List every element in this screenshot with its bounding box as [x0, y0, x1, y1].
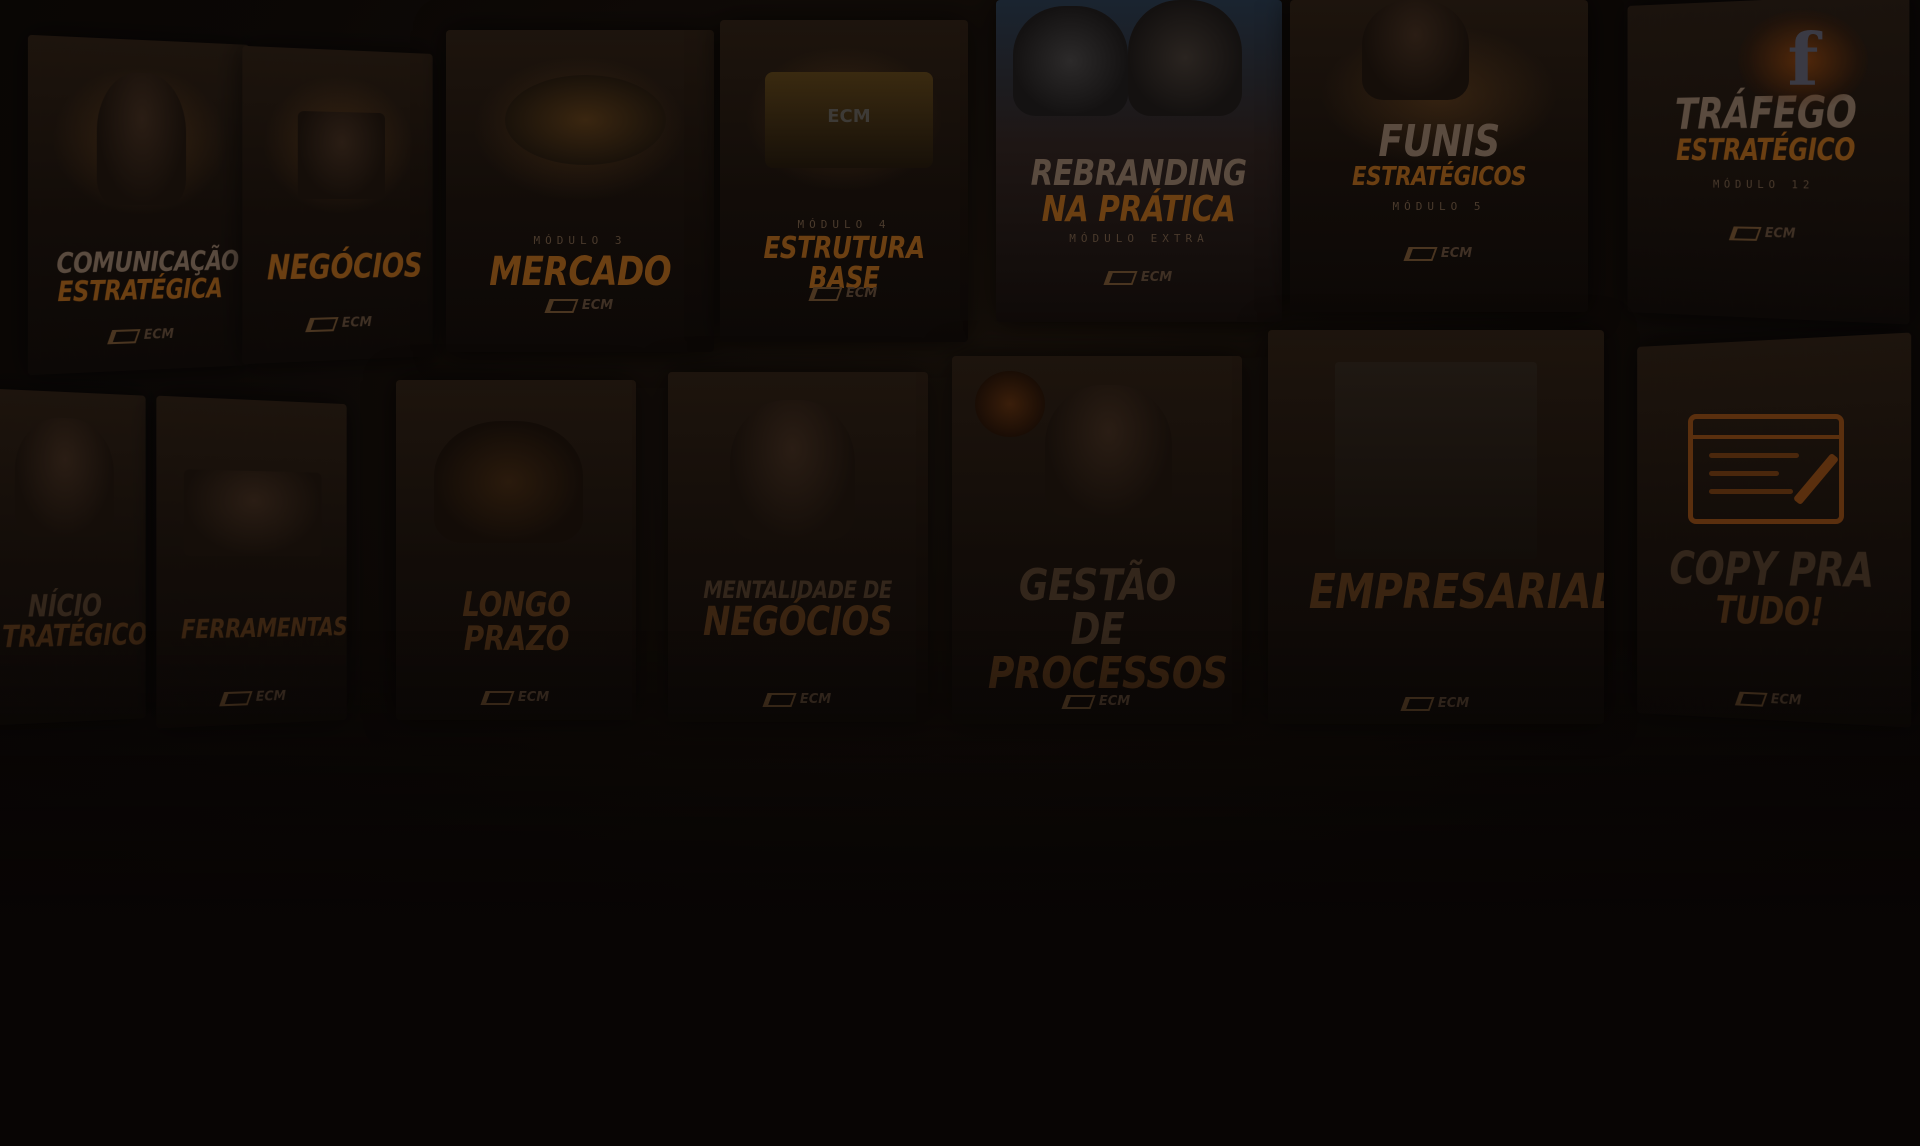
ecm-logo: ECM: [156, 687, 346, 709]
ecm-logo: ECM: [720, 286, 968, 301]
module-photo: [730, 400, 855, 540]
module-title: NÍCIO TRATÉGICO: [2, 591, 126, 653]
ecm-mark-icon: [808, 287, 842, 301]
module-photo: [505, 75, 666, 165]
module-card-mentalidade-de-negocios: MENTALIDADE DE NEGÓCIOS ECM: [668, 372, 928, 722]
module-card-mercado: MÓDULO 3 MERCADO ECM: [446, 30, 714, 352]
ecm-box-image: ECM: [765, 72, 934, 169]
ecm-logo: ECM: [28, 324, 249, 347]
ecm-mark-icon: [305, 317, 338, 332]
module-card-gestao-de-processos: GESTÃO DE PROCESSOS ECM: [952, 356, 1242, 724]
module-card-copy-pra-tudo: COPY PRA TUDO! ECM: [1637, 333, 1911, 728]
module-card-funis: FUNIS ESTRATÉGICOS MÓDULO 5 ECM: [1290, 0, 1588, 312]
module-card-estrutura-base: ECM MÓDULO 4 ESTRUTURA BASE ECM: [720, 20, 968, 342]
module-title: GESTÃO DE PROCESSOS: [988, 564, 1207, 696]
ecm-logo: ECM: [242, 313, 432, 334]
module-title: COPY PRA TUDO!: [1669, 546, 1876, 633]
module-photo: [1013, 6, 1127, 115]
module-title: MERCADO: [479, 252, 681, 292]
module-card-empresarial: EMPRESARIAL ECM: [1268, 330, 1604, 724]
module-photo: [298, 111, 385, 199]
module-title: EMPRESARIAL: [1309, 568, 1562, 616]
module-card-longo-prazo: LONGO PRAZO ECM: [396, 380, 636, 720]
module-title: FERRAMENTAS: [181, 615, 325, 644]
module-photo-2: [1128, 0, 1242, 116]
facebook-icon: f: [1738, 10, 1868, 110]
ecm-logo: ECM: [396, 690, 636, 705]
module-title: ESTRUTURA BASE: [750, 234, 937, 294]
ecm-logo: ECM: [668, 692, 928, 707]
module-title: COMUNICAÇÃO ESTRATÉGICA: [57, 247, 224, 306]
ecm-logo: ECM: [446, 298, 714, 313]
module-card-comunicacao-estrategica: COMUNICAÇÃO ESTRATÉGICA ECM: [28, 35, 249, 375]
ecm-mark-icon: [1400, 697, 1434, 711]
ecm-logo: ECM: [1290, 246, 1588, 261]
module-number: MÓDULO 4: [720, 218, 968, 231]
module-photo: [97, 71, 185, 205]
building-image: [1335, 362, 1537, 559]
ecm-mark-icon: [1061, 695, 1095, 709]
rugby-ball-image: [975, 371, 1045, 437]
module-title: LONGO PRAZO: [425, 588, 606, 656]
module-card-ferramentas: FERRAMENTAS ECM: [156, 396, 346, 729]
ecm-mark-icon: [1729, 226, 1762, 240]
module-number: MÓDULO 3: [446, 234, 714, 247]
module-photo: [1362, 0, 1469, 100]
module-cards-backdrop: COMUNICAÇÃO ESTRATÉGICA ECM NEGÓCIOS ECM…: [0, 0, 1920, 1146]
module-photo: [434, 421, 583, 543]
module-title: NEGÓCIOS: [267, 249, 411, 285]
ecm-logo: ECM: [1637, 686, 1911, 714]
ecm-mark-icon: [107, 329, 140, 344]
module-photo: [15, 416, 114, 537]
module-title: FUNIS ESTRATÉGICOS: [1327, 120, 1552, 190]
module-title: REBRANDING NA PRÁTICA: [1031, 156, 1247, 228]
ecm-mark-icon: [1735, 691, 1768, 706]
ecm-logo: ECM: [1268, 696, 1604, 711]
module-title: MENTALIDADE DE NEGÓCIOS: [700, 578, 896, 642]
ecm-mark-icon: [480, 691, 514, 705]
module-number: MÓDULO 12: [1628, 177, 1910, 192]
module-card-inicio-estrategico: NÍCIO TRATÉGICO: [0, 388, 146, 726]
ecm-mark-icon: [544, 299, 578, 313]
ecm-logo: ECM: [1628, 223, 1910, 244]
copy-edit-icon: [1688, 414, 1844, 524]
ecm-mark-icon: [762, 693, 796, 707]
module-card-rebranding: REBRANDING NA PRÁTICA MÓDULO EXTRA ECM: [996, 0, 1282, 322]
ecm-logo: ECM: [996, 270, 1282, 285]
ecm-mark-icon: [1403, 247, 1437, 261]
ecm-mark-icon: [1103, 271, 1137, 285]
module-number: MÓDULO EXTRA: [996, 232, 1282, 245]
module-photo: [184, 470, 321, 556]
module-photo: [1045, 385, 1173, 517]
module-number: MÓDULO 5: [1290, 200, 1588, 213]
module-card-negocios: NEGÓCIOS ECM: [242, 46, 432, 364]
ecm-mark-icon: [219, 691, 252, 706]
ecm-logo: ECM: [952, 694, 1242, 709]
